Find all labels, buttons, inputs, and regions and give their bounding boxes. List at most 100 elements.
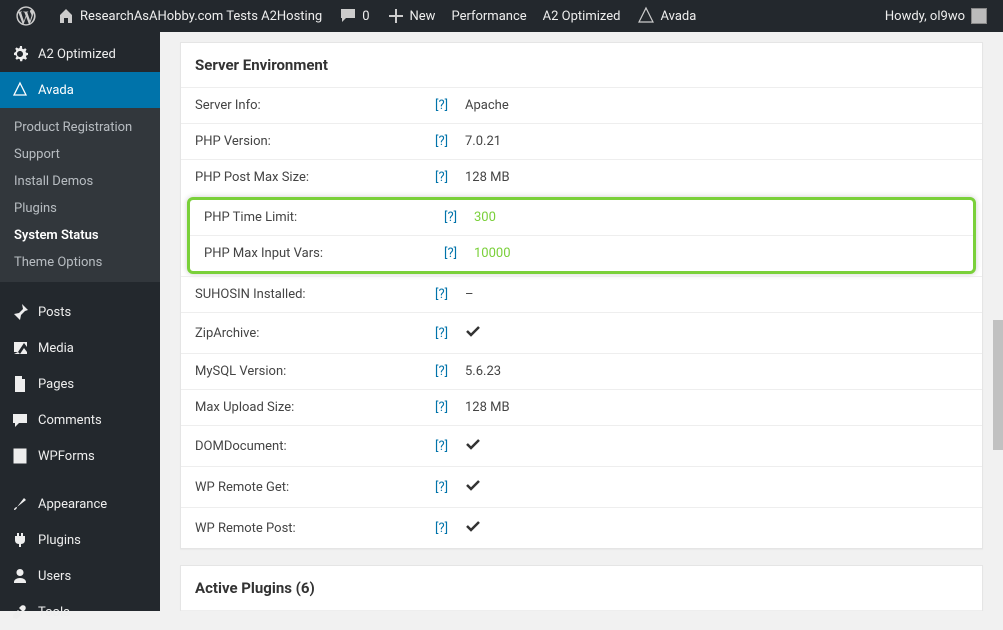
- row-max-upload: Max Upload Size: [?] 128 MB: [181, 389, 982, 425]
- row-value: –: [465, 287, 968, 302]
- sidebar-item-wpforms[interactable]: WPForms: [0, 438, 160, 474]
- help-link[interactable]: [?]: [435, 521, 465, 536]
- help-link[interactable]: [?]: [435, 134, 465, 149]
- submenu-install-demos[interactable]: Install Demos: [0, 168, 160, 195]
- greeting-label: Howdy, ol9wo: [885, 9, 965, 24]
- row-label: PHP Post Max Size:: [195, 170, 435, 185]
- sidebar-label: Avada: [38, 83, 74, 98]
- wp-logo[interactable]: [8, 0, 48, 32]
- sidebar-item-appearance[interactable]: Appearance: [0, 486, 160, 522]
- row-value: [465, 323, 968, 343]
- row-php-post-max: PHP Post Max Size: [?] 128 MB: [181, 159, 982, 195]
- gear-icon: [10, 44, 30, 64]
- help-link[interactable]: [?]: [435, 287, 465, 302]
- avatar: [971, 8, 987, 24]
- sidebar-item-media[interactable]: Media: [0, 330, 160, 366]
- admin-sidebar: A2 Optimized Avada Product Registration …: [0, 32, 160, 611]
- plus-icon: [386, 6, 406, 26]
- submenu-product-registration[interactable]: Product Registration: [0, 114, 160, 141]
- brush-icon: [10, 494, 30, 514]
- row-label: DOMDocument:: [195, 439, 435, 454]
- row-value: 300: [474, 210, 959, 225]
- avada-submenu: Product Registration Support Install Dem…: [0, 108, 160, 282]
- row-mysql: MySQL Version: [?] 5.6.23: [181, 353, 982, 389]
- admin-bar: ResearchAsAHobby.com Tests A2Hosting 0 N…: [0, 0, 1003, 32]
- row-label: Server Info:: [195, 98, 435, 113]
- row-value: 128 MB: [465, 400, 968, 415]
- row-label: PHP Time Limit:: [204, 210, 444, 225]
- help-link[interactable]: [?]: [435, 170, 465, 185]
- help-link[interactable]: [?]: [444, 246, 474, 261]
- check-icon: [465, 436, 481, 456]
- row-server-info: Server Info: [?] Apache: [181, 87, 982, 123]
- row-php-version: PHP Version: [?] 7.0.21: [181, 123, 982, 159]
- row-wp-remote-post: WP Remote Post: [?]: [181, 507, 982, 548]
- row-label: WP Remote Post:: [195, 521, 435, 536]
- sidebar-item-tools[interactable]: Tools: [0, 594, 160, 630]
- row-value: [465, 477, 968, 497]
- active-plugins-panel: Active Plugins (6) A2 Optimized WP by A2…: [180, 565, 983, 611]
- sidebar-item-comments[interactable]: Comments: [0, 402, 160, 438]
- row-value: [465, 436, 968, 456]
- help-link[interactable]: [?]: [435, 364, 465, 379]
- row-php-time-limit: PHP Time Limit: [?] 300: [190, 200, 973, 235]
- help-link[interactable]: [?]: [435, 480, 465, 495]
- form-icon: [10, 446, 30, 466]
- home-icon: [56, 6, 76, 26]
- row-label: ZipArchive:: [195, 326, 435, 341]
- avada-menu-icon: [10, 80, 30, 100]
- pin-icon: [10, 302, 30, 322]
- sidebar-item-plugins[interactable]: Plugins: [0, 522, 160, 558]
- row-value: 5.6.23: [465, 364, 968, 379]
- row-suhosin: SUHOSIN Installed: [?] –: [181, 276, 982, 312]
- sidebar-item-avada[interactable]: Avada: [0, 72, 160, 108]
- user-icon: [10, 566, 30, 586]
- comments-link[interactable]: 0: [330, 0, 377, 32]
- sidebar-item-a2-optimized[interactable]: A2 Optimized: [0, 36, 160, 72]
- avada-icon: [636, 6, 656, 26]
- avada-link[interactable]: Avada: [628, 0, 704, 32]
- site-name-label: ResearchAsAHobby.com Tests A2Hosting: [80, 9, 322, 24]
- comments-count: 0: [362, 9, 369, 24]
- sidebar-item-posts[interactable]: Posts: [0, 294, 160, 330]
- row-php-max-input: PHP Max Input Vars: [?] 10000: [190, 235, 973, 271]
- panel-title: Active Plugins (6): [181, 566, 982, 610]
- my-account[interactable]: Howdy, ol9wo: [877, 0, 995, 32]
- wrench-icon: [10, 602, 30, 622]
- sidebar-label: A2 Optimized: [38, 47, 116, 62]
- row-value: 10000: [474, 246, 959, 261]
- site-name[interactable]: ResearchAsAHobby.com Tests A2Hosting: [48, 0, 330, 32]
- help-link[interactable]: [?]: [444, 210, 474, 225]
- row-ziparchive: ZipArchive: [?]: [181, 312, 982, 353]
- help-link[interactable]: [?]: [435, 98, 465, 113]
- help-link[interactable]: [?]: [435, 326, 465, 341]
- check-icon: [465, 518, 481, 538]
- row-label: SUHOSIN Installed:: [195, 287, 435, 302]
- media-icon: [10, 338, 30, 358]
- new-content[interactable]: New: [378, 0, 444, 32]
- performance-link[interactable]: Performance: [443, 0, 534, 32]
- plug-icon: [10, 530, 30, 550]
- server-environment-panel: Server Environment Server Info: [?] Apac…: [180, 42, 983, 549]
- sidebar-item-users[interactable]: Users: [0, 558, 160, 594]
- submenu-theme-options[interactable]: Theme Options: [0, 249, 160, 276]
- submenu-plugins[interactable]: Plugins: [0, 195, 160, 222]
- row-label: PHP Version:: [195, 134, 435, 149]
- row-wp-remote-get: WP Remote Get: [?]: [181, 466, 982, 507]
- help-link[interactable]: [?]: [435, 400, 465, 415]
- comments-icon: [10, 410, 30, 430]
- row-domdocument: DOMDocument: [?]: [181, 425, 982, 466]
- comment-icon: [338, 6, 358, 26]
- row-label: PHP Max Input Vars:: [204, 246, 444, 261]
- a2-optimized-link[interactable]: A2 Optimized: [535, 0, 629, 32]
- submenu-support[interactable]: Support: [0, 141, 160, 168]
- row-value: 128 MB: [465, 170, 968, 185]
- help-link[interactable]: [?]: [435, 439, 465, 454]
- row-value: Apache: [465, 98, 968, 113]
- submenu-system-status[interactable]: System Status: [0, 222, 160, 249]
- sidebar-item-pages[interactable]: Pages: [0, 366, 160, 402]
- highlighted-rows: PHP Time Limit: [?] 300 PHP Max Input Va…: [187, 197, 976, 274]
- page-icon: [10, 374, 30, 394]
- row-label: Max Upload Size:: [195, 400, 435, 415]
- scrollbar-thumb[interactable]: [993, 320, 1003, 450]
